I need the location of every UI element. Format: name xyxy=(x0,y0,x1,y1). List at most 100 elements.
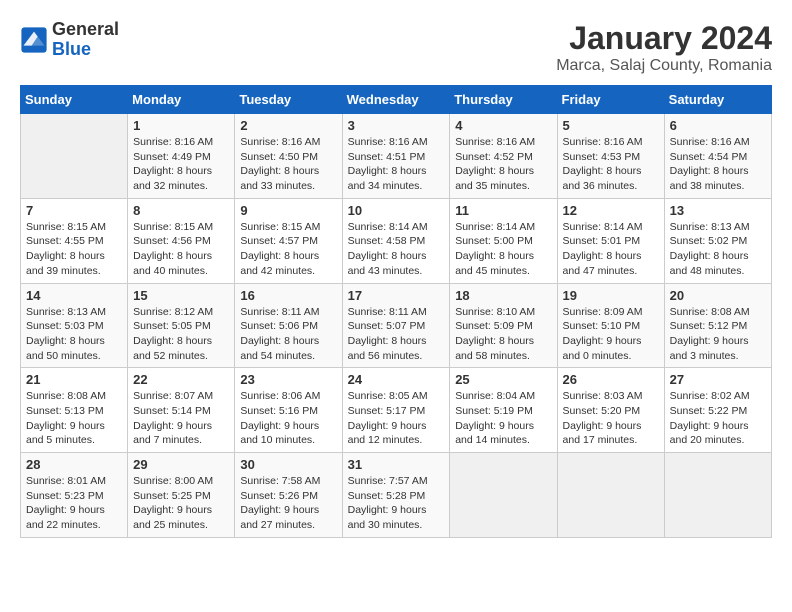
day-number: 21 xyxy=(26,372,122,387)
calendar-cell: 19 Sunrise: 8:09 AMSunset: 5:10 PMDayligh… xyxy=(557,283,664,368)
calendar-cell: 10 Sunrise: 8:14 AMSunset: 4:58 PMDayligh… xyxy=(342,198,450,283)
day-number: 16 xyxy=(240,288,336,303)
calendar-cell xyxy=(450,453,557,538)
day-number: 20 xyxy=(670,288,766,303)
logo-blue: Blue xyxy=(52,40,119,60)
calendar-header-row: SundayMondayTuesdayWednesdayThursdayFrid… xyxy=(21,86,772,114)
day-info: Sunrise: 8:15 AMSunset: 4:57 PMDaylight:… xyxy=(240,220,336,279)
day-info: Sunrise: 8:13 AMSunset: 5:03 PMDaylight:… xyxy=(26,305,122,364)
day-header-thursday: Thursday xyxy=(450,86,557,114)
calendar-cell: 12 Sunrise: 8:14 AMSunset: 5:01 PMDayligh… xyxy=(557,198,664,283)
day-number: 9 xyxy=(240,203,336,218)
day-number: 25 xyxy=(455,372,551,387)
calendar-cell: 25Sunrise: 8:04 AMSunset: 5:19 PMDayligh… xyxy=(450,368,557,453)
logo-icon xyxy=(20,26,48,54)
calendar-cell: 15 Sunrise: 8:12 AMSunset: 5:05 PMDayligh… xyxy=(128,283,235,368)
day-number: 27 xyxy=(670,372,766,387)
week-row-2: 14 Sunrise: 8:13 AMSunset: 5:03 PMDayligh… xyxy=(21,283,772,368)
day-number: 3 xyxy=(348,118,445,133)
calendar-cell: 20 Sunrise: 8:08 AMSunset: 5:12 PMDayligh… xyxy=(664,283,771,368)
day-info: Sunrise: 8:14 AMSunset: 5:00 PMDaylight:… xyxy=(455,220,551,279)
calendar-cell: 27 Sunrise: 8:02 AMSunset: 5:22 PMDayligh… xyxy=(664,368,771,453)
day-number: 7 xyxy=(26,203,122,218)
day-info: Sunrise: 8:11 AMSunset: 5:07 PMDaylight:… xyxy=(348,305,445,364)
day-number: 17 xyxy=(348,288,445,303)
calendar-cell: 30 Sunrise: 7:58 AMSunset: 5:26 PMDayligh… xyxy=(235,453,342,538)
title-block: January 2024 Marca, Salaj County, Romani… xyxy=(556,20,772,75)
day-info: Sunrise: 8:16 AMSunset: 4:52 PMDaylight:… xyxy=(455,135,551,194)
day-header-sunday: Sunday xyxy=(21,86,128,114)
day-header-friday: Friday xyxy=(557,86,664,114)
day-info: Sunrise: 8:09 AMSunset: 5:10 PMDaylight:… xyxy=(563,305,659,364)
day-number: 14 xyxy=(26,288,122,303)
day-number: 6 xyxy=(670,118,766,133)
day-info: Sunrise: 8:14 AMSunset: 4:58 PMDaylight:… xyxy=(348,220,445,279)
day-info: Sunrise: 8:05 AMSunset: 5:17 PMDaylight:… xyxy=(348,389,445,448)
calendar-cell: 26 Sunrise: 8:03 AMSunset: 5:20 PMDayligh… xyxy=(557,368,664,453)
day-info: Sunrise: 8:16 AMSunset: 4:54 PMDaylight:… xyxy=(670,135,766,194)
logo-text: General Blue xyxy=(52,20,119,60)
day-info: Sunrise: 8:14 AMSunset: 5:01 PMDaylight:… xyxy=(563,220,659,279)
week-row-0: 1Sunrise: 8:16 AMSunset: 4:49 PMDaylight… xyxy=(21,114,772,199)
day-info: Sunrise: 8:16 AMSunset: 4:51 PMDaylight:… xyxy=(348,135,445,194)
day-number: 23 xyxy=(240,372,336,387)
day-number: 26 xyxy=(563,372,659,387)
page-subtitle: Marca, Salaj County, Romania xyxy=(556,57,772,75)
calendar-cell: 23 Sunrise: 8:06 AMSunset: 5:16 PMDayligh… xyxy=(235,368,342,453)
calendar-cell: 29Sunrise: 8:00 AMSunset: 5:25 PMDayligh… xyxy=(128,453,235,538)
day-number: 19 xyxy=(563,288,659,303)
calendar-cell: 21 Sunrise: 8:08 AMSunset: 5:13 PMDayligh… xyxy=(21,368,128,453)
day-info: Sunrise: 8:16 AMSunset: 4:53 PMDaylight:… xyxy=(563,135,659,194)
day-number: 13 xyxy=(670,203,766,218)
day-info: Sunrise: 7:58 AMSunset: 5:26 PMDaylight:… xyxy=(240,474,336,533)
day-number: 8 xyxy=(133,203,229,218)
calendar-cell: 9 Sunrise: 8:15 AMSunset: 4:57 PMDaylight… xyxy=(235,198,342,283)
day-number: 24 xyxy=(348,372,445,387)
calendar-cell: 13Sunrise: 8:13 AMSunset: 5:02 PMDayligh… xyxy=(664,198,771,283)
day-info: Sunrise: 8:01 AMSunset: 5:23 PMDaylight:… xyxy=(26,474,122,533)
day-number: 15 xyxy=(133,288,229,303)
day-header-tuesday: Tuesday xyxy=(235,86,342,114)
day-info: Sunrise: 8:03 AMSunset: 5:20 PMDaylight:… xyxy=(563,389,659,448)
day-info: Sunrise: 8:10 AMSunset: 5:09 PMDaylight:… xyxy=(455,305,551,364)
day-number: 5 xyxy=(563,118,659,133)
calendar-cell xyxy=(557,453,664,538)
day-number: 4 xyxy=(455,118,551,133)
day-number: 10 xyxy=(348,203,445,218)
day-info: Sunrise: 8:02 AMSunset: 5:22 PMDaylight:… xyxy=(670,389,766,448)
calendar-cell: 14 Sunrise: 8:13 AMSunset: 5:03 PMDayligh… xyxy=(21,283,128,368)
calendar-cell xyxy=(664,453,771,538)
day-info: Sunrise: 8:16 AMSunset: 4:49 PMDaylight:… xyxy=(133,135,229,194)
calendar-cell: 16Sunrise: 8:11 AMSunset: 5:06 PMDayligh… xyxy=(235,283,342,368)
day-header-saturday: Saturday xyxy=(664,86,771,114)
day-info: Sunrise: 8:16 AMSunset: 4:50 PMDaylight:… xyxy=(240,135,336,194)
calendar-cell: 5 Sunrise: 8:16 AMSunset: 4:53 PMDaylight… xyxy=(557,114,664,199)
day-info: Sunrise: 8:12 AMSunset: 5:05 PMDaylight:… xyxy=(133,305,229,364)
day-number: 22 xyxy=(133,372,229,387)
calendar-table: SundayMondayTuesdayWednesdayThursdayFrid… xyxy=(20,85,772,538)
day-number: 12 xyxy=(563,203,659,218)
day-info: Sunrise: 8:15 AMSunset: 4:56 PMDaylight:… xyxy=(133,220,229,279)
calendar-cell: 22 Sunrise: 8:07 AMSunset: 5:14 PMDayligh… xyxy=(128,368,235,453)
calendar-cell: 28Sunrise: 8:01 AMSunset: 5:23 PMDayligh… xyxy=(21,453,128,538)
calendar-cell: 3 Sunrise: 8:16 AMSunset: 4:51 PMDaylight… xyxy=(342,114,450,199)
day-info: Sunrise: 8:06 AMSunset: 5:16 PMDaylight:… xyxy=(240,389,336,448)
day-info: Sunrise: 8:08 AMSunset: 5:12 PMDaylight:… xyxy=(670,305,766,364)
logo-general: General xyxy=(52,20,119,40)
day-info: Sunrise: 8:07 AMSunset: 5:14 PMDaylight:… xyxy=(133,389,229,448)
logo: General Blue xyxy=(20,20,119,60)
calendar-cell: 7Sunrise: 8:15 AMSunset: 4:55 PMDaylight… xyxy=(21,198,128,283)
calendar-cell: 1Sunrise: 8:16 AMSunset: 4:49 PMDaylight… xyxy=(128,114,235,199)
day-number: 2 xyxy=(240,118,336,133)
day-header-wednesday: Wednesday xyxy=(342,86,450,114)
calendar-cell: 24 Sunrise: 8:05 AMSunset: 5:17 PMDayligh… xyxy=(342,368,450,453)
day-info: Sunrise: 8:08 AMSunset: 5:13 PMDaylight:… xyxy=(26,389,122,448)
day-number: 11 xyxy=(455,203,551,218)
calendar-cell: 11 Sunrise: 8:14 AMSunset: 5:00 PMDayligh… xyxy=(450,198,557,283)
day-number: 29 xyxy=(133,457,229,472)
page-header: General Blue January 2024 Marca, Salaj C… xyxy=(20,20,772,75)
day-number: 30 xyxy=(240,457,336,472)
calendar-cell xyxy=(21,114,128,199)
calendar-cell: 31Sunrise: 7:57 AMSunset: 5:28 PMDayligh… xyxy=(342,453,450,538)
day-number: 18 xyxy=(455,288,551,303)
